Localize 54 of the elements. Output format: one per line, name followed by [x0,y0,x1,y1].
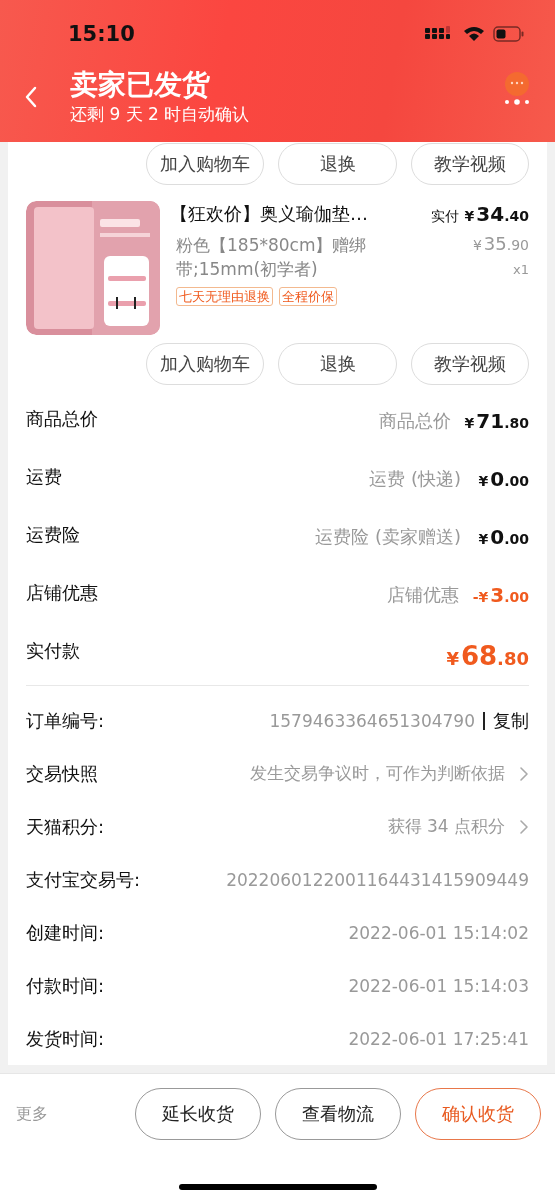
info-value: 发生交易争议时，可作为判断依据 [250,762,505,785]
chevron-icon[interactable] [519,765,529,782]
product-title[interactable]: 【狂欢价】奥义瑜伽垫… [170,201,368,227]
paid-price: ¥34.40 [464,206,529,225]
fee-amount: ¥0.00 [477,525,529,549]
fee-label: 实付款 [26,639,80,663]
status-time: 15:10 [68,22,135,46]
info-label: 支付宝交易号: [26,867,141,892]
info-value: 2022-06-01 15:14:03 [348,975,529,996]
paid-label: 实付 [430,208,459,224]
info-value: 2022060122001164431415909449 [226,869,529,890]
info-label: 创建时间: [26,920,105,945]
action-button[interactable]: 延长收货 [135,1088,261,1140]
wifi-icon [463,26,485,42]
product-spec: 粉色【185*80cm】赠绑带;15mm(初学者) [176,234,368,281]
info-label: 订单编号: [26,708,105,733]
back-icon[interactable] [24,86,38,108]
fee-label: 运费 [26,465,62,489]
original-price: ¥35.90 [472,233,529,254]
fee-amount: -¥3.00 [472,583,529,607]
action-button[interactable]: 退换 [278,143,397,185]
info-value: 2022-06-01 17:25:41 [348,1028,529,1049]
info-label: 付款时间: [26,973,105,998]
info-value: 1579463364651304790 [269,710,475,731]
info-label: 发货时间: [26,1026,105,1051]
info-value: 获得 34 点积分 [387,815,505,838]
battery-icon [493,26,525,42]
action-button[interactable]: 加入购物车 [146,143,264,185]
fee-detail: 运费 (快递) [369,467,461,491]
info-label: 天猫积分: [26,814,105,839]
fee-amount: ¥71.80 [464,409,529,433]
countdown-text: 还剩 9 天 2 时自动确认 [70,103,251,126]
action-button[interactable]: 加入购物车 [146,343,264,385]
total-amount: ¥68.80 [446,641,529,671]
action-button[interactable]: 查看物流 [275,1088,401,1140]
fee-detail: 店铺优惠 [386,583,459,607]
info-label: 交易快照 [26,761,98,786]
chevron-icon[interactable] [519,818,529,835]
fee-label: 店铺优惠 [26,581,98,605]
fee-detail: 运费险 (卖家赠送) [315,525,461,549]
service-tag: 七天无理由退换 [176,287,273,306]
fee-detail: 商品总价 [378,409,451,433]
fee-amount: ¥0.00 [477,467,529,491]
service-tag: 全程价保 [279,287,337,306]
action-button[interactable]: 退换 [278,343,397,385]
copy-link[interactable]: 复制 [493,708,529,733]
page-title: 卖家已发货 [70,68,211,102]
action-button[interactable]: 确认收货 [415,1088,541,1140]
quantity: x1 [512,262,529,277]
action-button[interactable]: 教学视频 [411,343,529,385]
fee-label: 商品总价 [26,407,98,431]
fee-label: 运费险 [26,523,80,547]
action-button[interactable]: 教学视频 [411,143,529,185]
info-value: 2022-06-01 15:14:02 [348,922,529,943]
